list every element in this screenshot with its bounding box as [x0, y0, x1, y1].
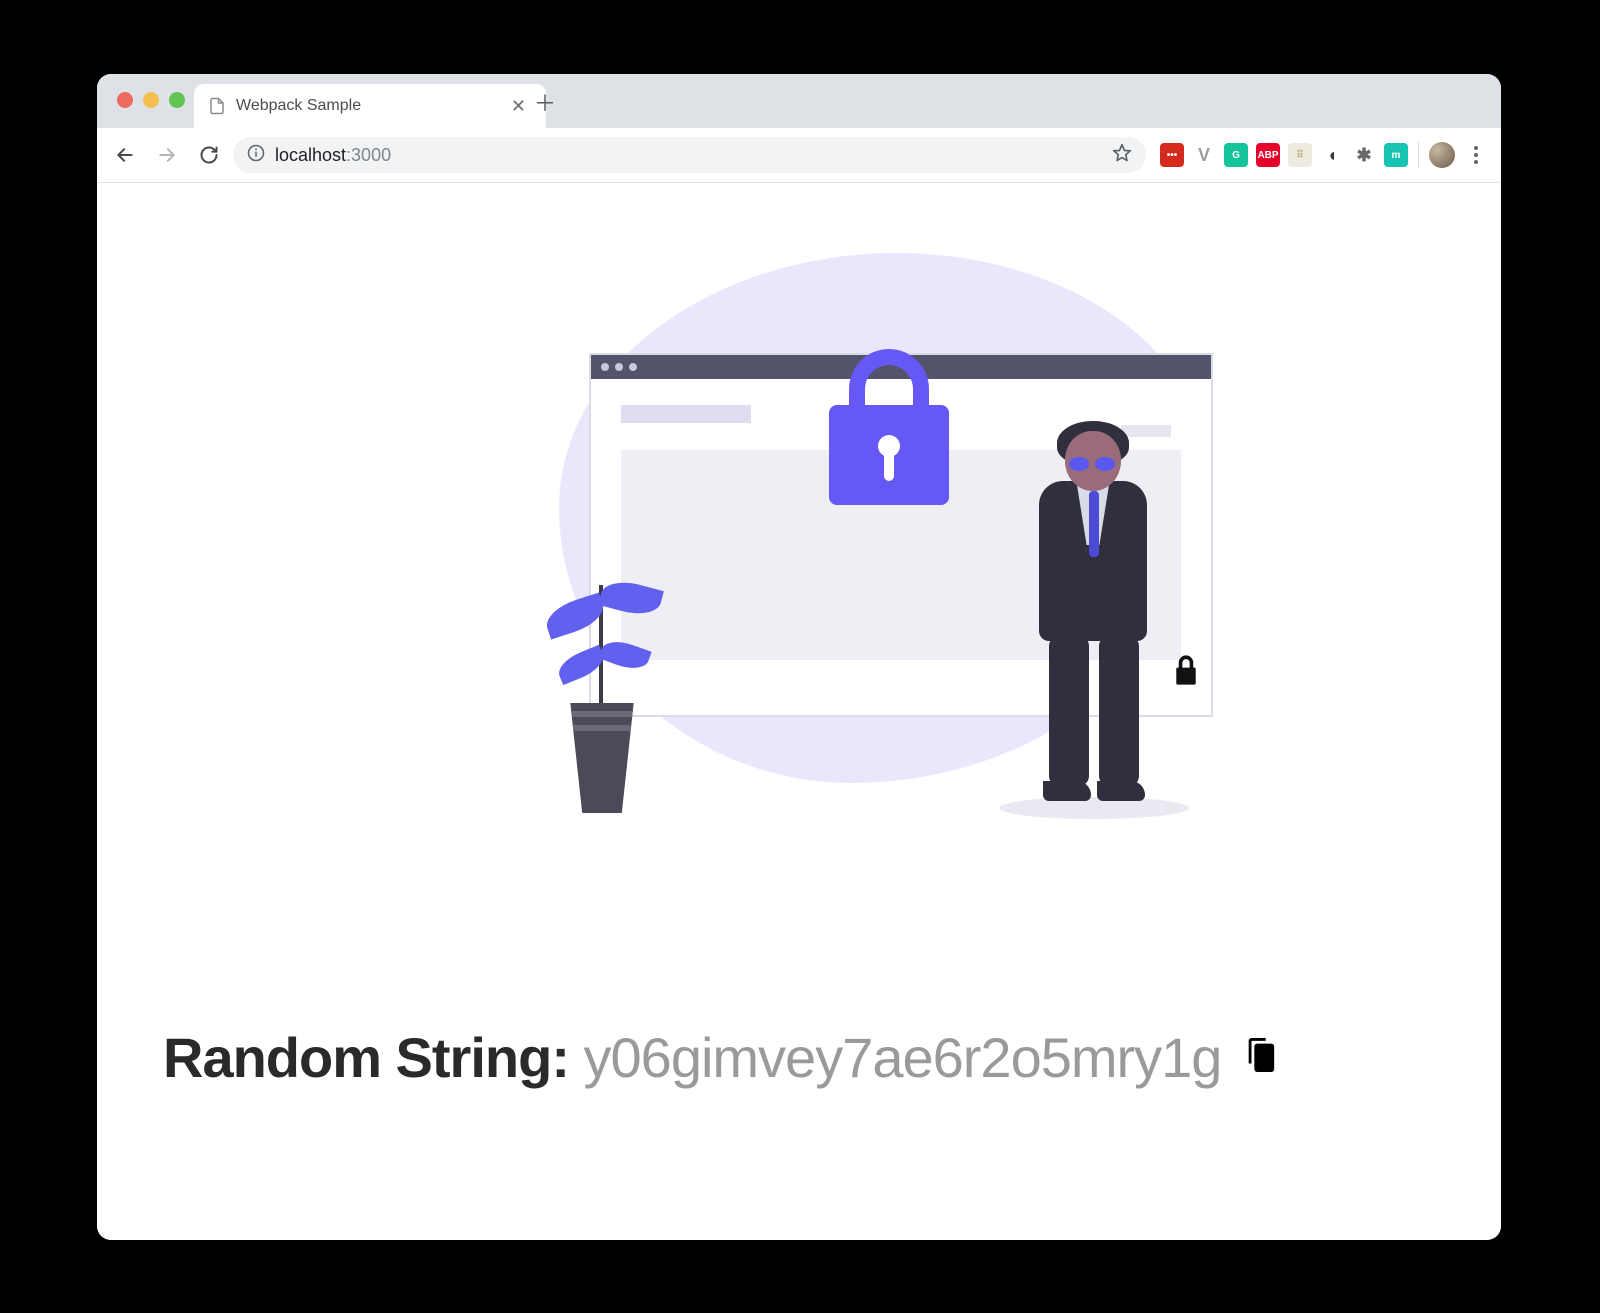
extension-extension-cog-icon[interactable]: ✱ [1352, 143, 1376, 167]
page-content: Random String: y06gimvey7ae6r2o5mry1g [97, 183, 1501, 1240]
security-guard-illustration [1019, 431, 1169, 811]
address-port: :3000 [346, 145, 391, 165]
tab-title: Webpack Sample [236, 97, 495, 115]
lock-icon [829, 405, 949, 505]
plant-illustration [539, 553, 669, 813]
browser-menu-button[interactable] [1461, 140, 1491, 170]
extensions-row: ••• VG ABP ⠿ ◖ ✱ m [1152, 143, 1408, 167]
browser-tab[interactable]: Webpack Sample ✕ [194, 84, 546, 128]
file-icon [208, 97, 226, 115]
window-minimize-button[interactable] [143, 92, 159, 108]
illustration-placeholder-bar [621, 405, 751, 423]
toolbar-divider [1418, 142, 1419, 168]
extension-extension-grid-icon[interactable]: ⠿ [1288, 143, 1312, 167]
nav-reload-button[interactable] [191, 137, 227, 173]
copy-button[interactable] [1239, 1032, 1281, 1083]
random-string-value: y06gimvey7ae6r2o5mry1g [584, 1026, 1222, 1089]
extension-lastpass-icon[interactable]: ••• [1160, 143, 1184, 167]
nav-forward-button[interactable] [149, 137, 185, 173]
site-info-icon[interactable] [247, 144, 265, 167]
security-illustration [369, 253, 1229, 813]
window-zoom-button[interactable] [169, 92, 185, 108]
address-text: localhost:3000 [275, 145, 391, 166]
browser-toolbar: localhost:3000 ••• VG ABP ⠿ ◖ ✱ m [97, 128, 1501, 183]
new-tab-button[interactable]: ＋ [531, 88, 559, 116]
window-close-button[interactable] [117, 92, 133, 108]
extension-grammarly-icon[interactable]: G [1224, 143, 1248, 167]
profile-avatar[interactable] [1429, 142, 1455, 168]
bookmark-star-icon[interactable] [1112, 143, 1132, 168]
tab-close-button[interactable]: ✕ [505, 95, 532, 117]
extension-adblock-icon[interactable]: ABP [1256, 143, 1280, 167]
address-host: localhost [275, 145, 346, 165]
address-bar[interactable]: localhost:3000 [233, 137, 1146, 173]
nav-back-button[interactable] [107, 137, 143, 173]
extension-dark-mode-icon[interactable]: ◖ [1320, 143, 1344, 167]
window-controls [117, 92, 185, 108]
extension-extension-m-icon[interactable]: m [1384, 143, 1408, 167]
random-string-label: Random String: [163, 1026, 584, 1089]
browser-window: Webpack Sample ✕ ＋ localhost:3000 •••VGA [97, 74, 1501, 1240]
random-string-row: Random String: y06gimvey7ae6r2o5mry1g [163, 1025, 1461, 1090]
tab-strip: Webpack Sample ✕ ＋ [97, 74, 1501, 128]
extension-vue-icon[interactable]: V [1192, 143, 1216, 167]
lock-small-icon [1171, 653, 1201, 692]
